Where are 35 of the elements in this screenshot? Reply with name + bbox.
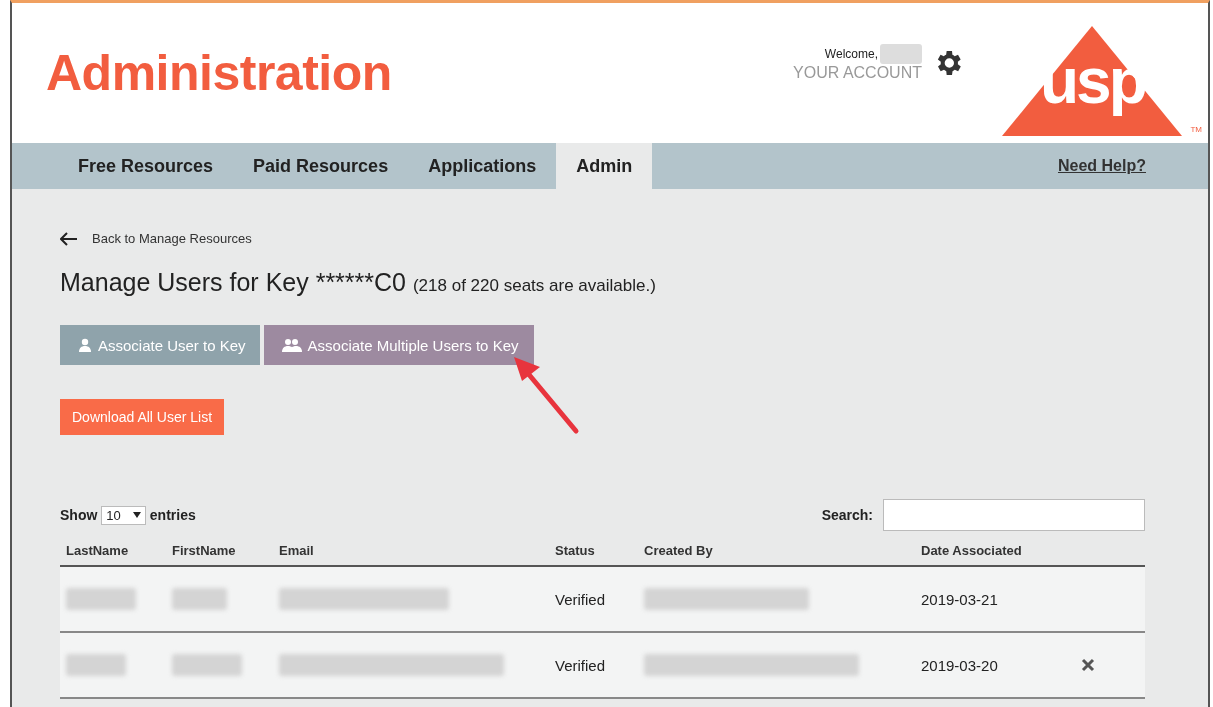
help-link[interactable]: Need Help? [1058,157,1146,175]
nav-tab[interactable]: Paid Resources [233,143,409,189]
column-header[interactable]: Status [555,542,644,558]
table-cell-text: Verified [555,656,607,674]
nav-tab[interactable]: Free Resources [58,143,234,189]
redacted-text [172,588,227,610]
column-header[interactable]: Email [279,542,555,558]
nav-tab[interactable]: Applications [408,143,557,189]
show-label: Show [60,507,98,523]
table-cell-text: 2019-03-20 [921,656,999,674]
table-cell-text: Verified [555,590,607,608]
column-header[interactable]: FirstName [172,542,279,558]
users-icon [281,338,302,352]
caret-icon [132,512,141,518]
column-header[interactable]: Created By [644,542,921,558]
back-link[interactable]: Back to Manage Resources [92,231,252,246]
seats-note: (218 of 220 seats are available.) [412,276,656,295]
search-label: Search: [821,507,873,523]
redacted-text [66,654,126,676]
column-header[interactable]: LastName [66,542,172,558]
close-icon[interactable] [1081,658,1095,672]
page-heading: Manage Users for Key ******C0 [60,268,406,296]
redacted-name [880,44,922,64]
page-title: Administration [46,44,393,102]
search-field[interactable] [883,499,1145,531]
welcome-text: Welcome, [824,47,878,61]
table-cell-text: 2019-03-21 [921,590,999,608]
column-header[interactable]: Date Associated [921,542,1081,558]
page-size-select[interactable]: 10 [101,505,146,525]
user-icon [78,338,92,352]
entries-label: entries [149,507,196,523]
back-arrow-icon[interactable] [60,231,78,246]
redacted-text [66,588,136,610]
nav-tab[interactable]: Admin [556,143,653,189]
redacted-text [172,654,242,676]
